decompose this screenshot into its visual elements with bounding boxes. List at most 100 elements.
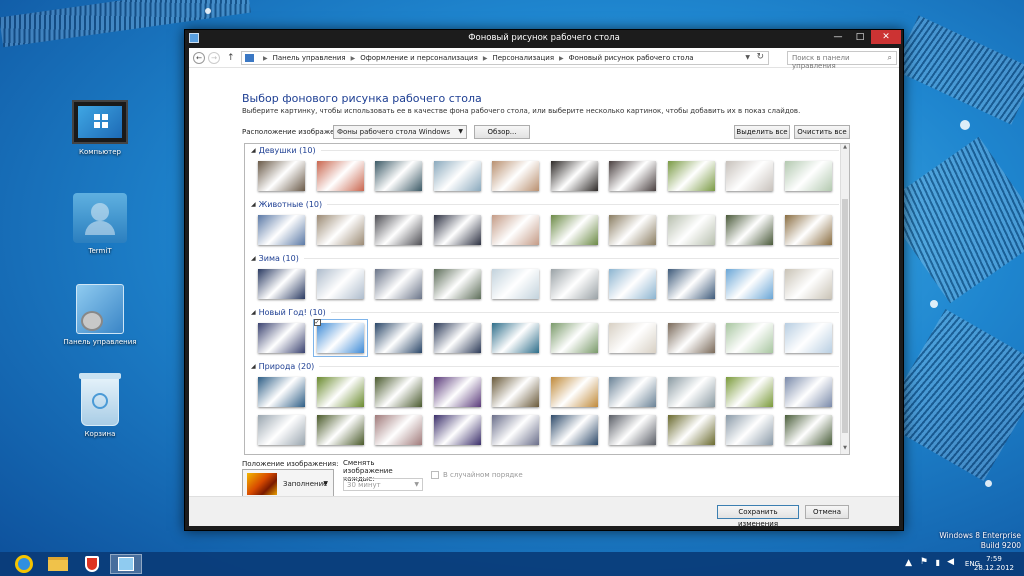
browse-button[interactable]: Обзор...: [474, 125, 530, 139]
desktop-icon-computer[interactable]: Компьютер: [60, 100, 140, 156]
wallpaper-thumbnail[interactable]: [784, 215, 832, 245]
collapse-arrow-icon[interactable]: ◢: [251, 309, 256, 316]
wallpaper-thumbnail[interactable]: [258, 215, 305, 245]
wallpaper-thumbnail[interactable]: [492, 161, 539, 191]
wallpaper-thumbnail[interactable]: [492, 215, 539, 245]
gallery-group-header[interactable]: ◢ Девушки (10): [251, 146, 839, 155]
show-hidden-icons-icon[interactable]: ▲: [905, 558, 912, 568]
wallpaper-thumbnail[interactable]: [316, 215, 364, 245]
wallpaper-thumbnail[interactable]: [375, 377, 422, 407]
wallpaper-thumbnail[interactable]: [726, 377, 773, 407]
interval-select[interactable]: 30 минут ▼: [343, 478, 423, 491]
wallpaper-thumbnail[interactable]: [316, 161, 364, 191]
wallpaper-thumbnail[interactable]: [784, 415, 832, 445]
wallpaper-thumbnail[interactable]: [316, 415, 364, 445]
wallpaper-thumbnail[interactable]: [726, 415, 773, 445]
collapse-arrow-icon[interactable]: ◢: [251, 147, 256, 154]
back-button[interactable]: ←: [193, 51, 205, 64]
address-bar[interactable]: ▶ Панель управления ▶ Оформление и персо…: [241, 51, 769, 65]
wallpaper-thumbnail[interactable]: [316, 269, 364, 299]
collapse-arrow-icon[interactable]: ◢: [251, 201, 256, 208]
save-button[interactable]: Сохранить изменения: [717, 505, 799, 528]
wallpaper-thumbnail[interactable]: [550, 269, 598, 299]
wallpaper-thumbnail[interactable]: [433, 215, 481, 245]
wallpaper-thumbnail[interactable]: [258, 161, 305, 191]
control-panel-taskbar-icon[interactable]: [110, 554, 142, 574]
position-select[interactable]: Заполнение ▼: [242, 469, 334, 497]
internet-explorer-icon[interactable]: [10, 554, 38, 574]
breadcrumb-item[interactable]: Фоновый рисунок рабочего стола: [569, 54, 694, 62]
select-all-button[interactable]: Выделить все: [734, 125, 790, 139]
wallpaper-thumbnail[interactable]: [258, 415, 305, 445]
wallpaper-thumbnail[interactable]: [433, 161, 481, 191]
breadcrumb-item[interactable]: Оформление и персонализация: [360, 54, 478, 62]
up-button[interactable]: ↑: [227, 53, 235, 63]
shuffle-checkbox[interactable]: В случайном порядке: [431, 471, 523, 479]
wallpaper-thumbnail[interactable]: [726, 215, 773, 245]
wallpaper-thumbnail[interactable]: [550, 415, 598, 445]
location-select[interactable]: Фоны рабочего стола Windows ▼: [333, 125, 467, 139]
wallpaper-thumbnail[interactable]: [609, 269, 656, 299]
wallpaper-thumbnail[interactable]: [433, 269, 481, 299]
wallpaper-thumbnail[interactable]: [258, 377, 305, 407]
checkbox-box[interactable]: [431, 471, 439, 479]
wallpaper-thumbnail[interactable]: [667, 415, 715, 445]
wallpaper-thumbnail[interactable]: [609, 161, 656, 191]
gallery-group-header[interactable]: ◢ Природа (20): [251, 362, 839, 371]
file-explorer-icon[interactable]: [44, 554, 72, 574]
search-input[interactable]: Поиск в панели управления ⌕: [787, 51, 897, 70]
gallery-group-header[interactable]: ◢ Новый Год! (10): [251, 308, 839, 317]
clear-all-button[interactable]: Очистить все: [794, 125, 850, 139]
wallpaper-thumbnail[interactable]: [550, 377, 598, 407]
wallpaper-thumbnail[interactable]: [609, 415, 656, 445]
close-button[interactable]: ✕: [871, 30, 901, 44]
gallery-group-header[interactable]: ◢ Животные (10): [251, 200, 839, 209]
wallpaper-thumbnail[interactable]: [667, 161, 715, 191]
scroll-down-icon[interactable]: ▼: [841, 445, 849, 454]
collapse-arrow-icon[interactable]: ◢: [251, 363, 256, 370]
desktop-icon-recycle-bin[interactable]: Корзина: [60, 373, 140, 438]
wallpaper-thumbnail[interactable]: [375, 161, 422, 191]
scroll-up-icon[interactable]: ▲: [841, 144, 849, 153]
wallpaper-thumbnail[interactable]: [550, 323, 598, 353]
wallpaper-thumbnail[interactable]: [726, 323, 773, 353]
wallpaper-thumbnail[interactable]: [492, 323, 539, 353]
clock[interactable]: 7:59 28.12.2012: [974, 555, 1014, 573]
wallpaper-thumbnail[interactable]: [550, 215, 598, 245]
wallpaper-thumbnail[interactable]: [375, 215, 422, 245]
wallpaper-thumbnail[interactable]: [609, 377, 656, 407]
checkbox-checked-icon[interactable]: ✓: [313, 319, 321, 326]
cancel-button[interactable]: Отмена: [805, 505, 849, 519]
wallpaper-thumbnail[interactable]: [258, 323, 305, 353]
wallpaper-thumbnail[interactable]: [726, 161, 773, 191]
wallpaper-thumbnail[interactable]: [258, 269, 305, 299]
desktop-icon-termit[interactable]: TermiT: [60, 193, 140, 255]
wallpaper-thumbnail[interactable]: [784, 269, 832, 299]
wallpaper-thumbnail[interactable]: [609, 215, 656, 245]
wallpaper-thumbnail[interactable]: [316, 377, 364, 407]
title-bar[interactable]: Фоновый рисунок рабочего стола — □ ✕: [185, 30, 903, 48]
wallpaper-thumbnail[interactable]: [375, 269, 422, 299]
network-icon[interactable]: ▮: [936, 558, 940, 567]
wallpaper-thumbnail[interactable]: [492, 377, 539, 407]
breadcrumb-item[interactable]: Персонализация: [492, 54, 554, 62]
gallery-group-header[interactable]: ◢ Зима (10): [251, 254, 839, 263]
flag-icon[interactable]: ⚑: [920, 557, 928, 567]
wallpaper-thumbnail[interactable]: [433, 415, 481, 445]
wallpaper-thumbnail[interactable]: [375, 415, 422, 445]
volume-icon[interactable]: ◀: [947, 557, 954, 567]
wallpaper-thumbnail[interactable]: [667, 269, 715, 299]
chevron-down-icon[interactable]: ▼: [745, 54, 750, 61]
security-shield-icon[interactable]: [78, 554, 106, 574]
wallpaper-thumbnail[interactable]: [375, 323, 422, 353]
search-icon[interactable]: ⌕: [888, 53, 892, 63]
breadcrumb-item[interactable]: Панель управления: [273, 54, 346, 62]
refresh-icon[interactable]: ↻: [756, 52, 764, 62]
forward-button[interactable]: →: [208, 51, 220, 64]
wallpaper-thumbnail[interactable]: [433, 323, 481, 353]
wallpaper-thumbnail[interactable]: [784, 323, 832, 353]
wallpaper-thumbnail[interactable]: [667, 323, 715, 353]
wallpaper-thumbnail[interactable]: [492, 415, 539, 445]
wallpaper-thumbnail[interactable]: [667, 215, 715, 245]
wallpaper-thumbnail[interactable]: [609, 323, 656, 353]
